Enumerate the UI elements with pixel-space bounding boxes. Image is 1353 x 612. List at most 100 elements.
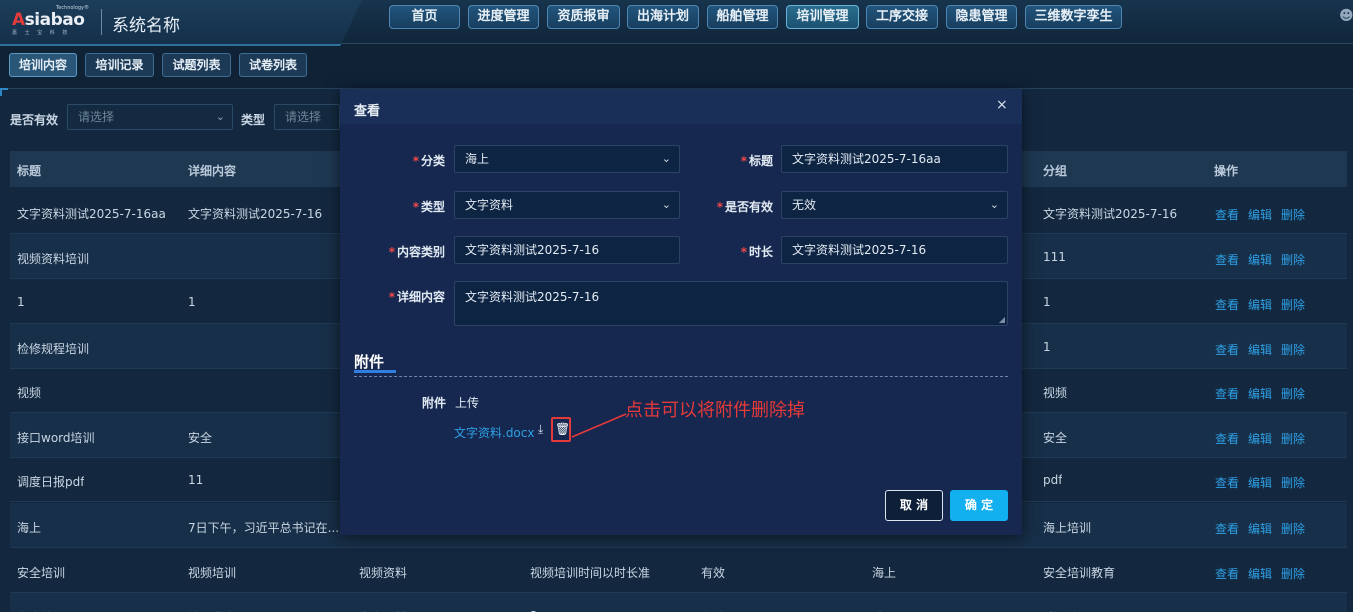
duration-value: 文字资料测试2025-7-16 (792, 243, 927, 257)
user-icon[interactable]: ☻ (1339, 8, 1353, 28)
cell-category: 海上 (872, 566, 897, 580)
cell-detail: 安全 (188, 431, 213, 445)
cell-detail: 1 (188, 295, 196, 309)
view-link[interactable]: 查看 (1215, 341, 1239, 358)
edit-link[interactable]: 编辑 (1248, 341, 1272, 358)
tab-question-list[interactable]: 试题列表 (162, 53, 231, 77)
view-link[interactable]: 查看 (1215, 565, 1239, 582)
content-type-field[interactable]: 文字资料测试2025-7-16 (454, 236, 680, 264)
duration-field[interactable]: 文字资料测试2025-7-16 (781, 236, 1008, 264)
edit-link[interactable]: 编辑 (1248, 565, 1272, 582)
category-select[interactable]: 海上 ⌄ (454, 145, 680, 173)
filter-type-select[interactable]: 请选择 (274, 104, 340, 130)
delete-link[interactable]: 删除 (1281, 430, 1305, 447)
cell-group: pdf (1043, 473, 1063, 487)
cell-detail: 视频培训 (188, 566, 237, 580)
edit-link[interactable]: 编辑 (1248, 206, 1272, 223)
edit-link[interactable]: 编辑 (1248, 430, 1272, 447)
view-link[interactable]: 查看 (1215, 296, 1239, 313)
close-icon[interactable]: × (996, 97, 1008, 113)
cell-title: 文字资料测试2025-7-16aa (17, 207, 166, 221)
delete-link[interactable]: 删除 (1281, 341, 1305, 358)
edit-link[interactable]: 编辑 (1248, 251, 1272, 268)
cell-detail: 文字资料测试2025-7-16 (188, 207, 323, 221)
category-label: * 分类 (400, 152, 445, 169)
nav-progress[interactable]: 进度管理 (468, 5, 539, 29)
valid-select[interactable]: 无效 ⌄ (781, 191, 1008, 219)
filter-type-label: 类型 (241, 113, 266, 127)
edit-link[interactable]: 编辑 (1248, 474, 1272, 491)
view-link[interactable]: 查看 (1215, 430, 1239, 447)
detail-textarea[interactable]: 文字资料测试2025-7-16 ◢ (454, 281, 1008, 326)
nav-handover[interactable]: 工序交接 (866, 5, 938, 29)
dialog-header: 查看 × (340, 89, 1022, 124)
logo-trademark: Technology® (56, 5, 90, 11)
cell-title: 调度日报pdf (17, 475, 85, 489)
top-bar: Asiabao Technology® 嘉 士 宝 科 技 系统名称 首页 进度… (0, 0, 1353, 46)
view-link[interactable]: 查看 (1215, 206, 1239, 223)
required-mark: * (412, 154, 419, 168)
header-actions: 操作 (1214, 164, 1239, 178)
cell-group: 安全 (1043, 431, 1068, 445)
edit-link[interactable]: 编辑 (1248, 520, 1272, 537)
nav-ship[interactable]: 船舶管理 (707, 5, 778, 29)
required-mark: * (716, 200, 723, 214)
trash-icon[interactable]: 🗑 (555, 422, 570, 436)
delete-link[interactable]: 删除 (1281, 565, 1305, 582)
cell-title: 检修规程培训 (17, 342, 90, 356)
confirm-button[interactable]: 确 定 (950, 490, 1008, 521)
nav-qualification[interactable]: 资质报审 (547, 5, 620, 29)
tab-paper-list[interactable]: 试卷列表 (239, 53, 307, 77)
cell-group: 视频 (1043, 386, 1068, 400)
logo-subtitle: 嘉 士 宝 科 技 (12, 30, 71, 36)
cell-group: 1 (1043, 295, 1051, 309)
cell-group: 安全培训教育 (1043, 566, 1116, 580)
delete-link[interactable]: 删除 (1281, 296, 1305, 313)
nav-sea-plan[interactable]: 出海计划 (627, 5, 699, 29)
nav-home[interactable]: 首页 (389, 5, 460, 29)
cell-valid: 有效 (701, 566, 726, 580)
duration-label: * 时长 (725, 243, 773, 260)
attachment-file-link[interactable]: 文字资料.docx (454, 424, 534, 441)
nav-training[interactable]: 培训管理 (786, 5, 859, 29)
resize-handle-icon[interactable]: ◢ (999, 315, 1005, 324)
required-mark: * (388, 290, 395, 304)
type-select[interactable]: 文字资料 ⌄ (454, 191, 680, 219)
delete-link[interactable]: 删除 (1281, 385, 1305, 402)
view-link[interactable]: 查看 (1215, 385, 1239, 402)
view-dialog: 查看 × * 分类 海上 ⌄ * 标题 文字资料测试2025-7-16aa * 类型 … (340, 89, 1022, 535)
delete-link[interactable]: 删除 (1281, 251, 1305, 268)
nav-digital-twin[interactable]: 三维数字孪生 (1025, 5, 1122, 29)
view-link[interactable]: 查看 (1215, 474, 1239, 491)
delete-link[interactable]: 删除 (1281, 520, 1305, 537)
header-detail: 详细内容 (188, 164, 237, 178)
filter-type-placeholder: 请选择 (285, 110, 322, 124)
delete-link[interactable]: 删除 (1281, 206, 1305, 223)
category-label-text: 分类 (420, 154, 445, 168)
tab-training-content[interactable]: 培训内容 (9, 53, 77, 77)
cell-title: 视频 (17, 386, 42, 400)
cell-title: 海上 (17, 521, 42, 535)
cell-detail: 7日下午，习近平总书记在... (188, 521, 338, 535)
filter-valid-select[interactable]: 请选择 ⌄ (67, 104, 233, 130)
download-icon[interactable]: ⤓ (538, 422, 543, 437)
nav-hazard[interactable]: 隐患管理 (946, 5, 1017, 29)
cell-title: 1 (17, 295, 25, 309)
chevron-down-icon: ⌄ (661, 152, 671, 165)
title-field[interactable]: 文字资料测试2025-7-16aa (781, 145, 1008, 173)
logo: Asiabao Technology® 嘉 士 宝 科 技 (12, 5, 90, 36)
view-link[interactable]: 查看 (1215, 520, 1239, 537)
view-link[interactable]: 查看 (1215, 251, 1239, 268)
tab-training-record[interactable]: 培训记录 (85, 53, 154, 77)
edit-link[interactable]: 编辑 (1248, 385, 1272, 402)
edit-link[interactable]: 编辑 (1248, 296, 1272, 313)
valid-label-text: 是否有效 (724, 200, 773, 214)
content-type-value: 文字资料测试2025-7-16 (465, 243, 600, 257)
required-mark: * (388, 245, 395, 259)
logo-divider (101, 9, 102, 35)
delete-link[interactable]: 删除 (1281, 474, 1305, 491)
upload-button[interactable]: 上传 (455, 394, 479, 411)
chevron-down-icon: ⌄ (989, 198, 999, 211)
cancel-button[interactable]: 取 消 (885, 490, 943, 521)
chevron-down-icon: ⌄ (215, 110, 225, 123)
